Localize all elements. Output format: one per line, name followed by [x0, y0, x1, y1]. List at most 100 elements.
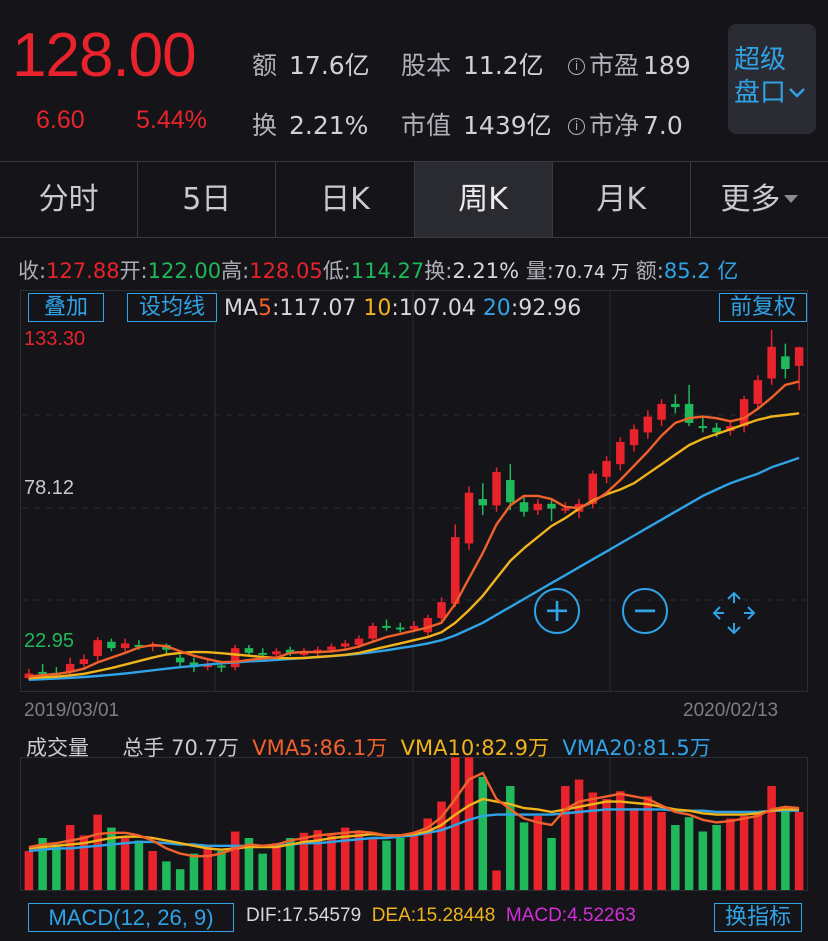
- candle-body: [395, 627, 405, 630]
- volume-bar: [629, 808, 639, 890]
- volume-bar: [230, 831, 240, 890]
- volume-bar: [712, 825, 721, 890]
- adjust-price-button[interactable]: 前复权: [719, 293, 807, 322]
- volume-bar: [24, 851, 34, 890]
- volume-bar: [148, 851, 157, 890]
- volume-bar: [753, 814, 763, 890]
- candle-body: [340, 643, 350, 647]
- candle-body: [382, 625, 391, 628]
- candle-body: [354, 638, 364, 645]
- candle-body: [437, 602, 446, 618]
- volume-bar: [574, 779, 584, 890]
- volume-bar: [189, 853, 199, 890]
- candle-body: [230, 648, 240, 668]
- minus-circle-icon[interactable]: −: [622, 588, 668, 634]
- candle-body: [629, 429, 639, 446]
- volume-bar: [93, 814, 102, 890]
- candle-body: [272, 651, 281, 655]
- candle-body: [616, 441, 625, 465]
- candle-body: [38, 671, 47, 674]
- candle-body: [93, 640, 102, 657]
- candle-body: [423, 617, 433, 633]
- volume-bar: [794, 812, 804, 890]
- candle-body: [175, 657, 185, 663]
- volume-bar: [657, 812, 666, 890]
- candle-body: [767, 346, 776, 379]
- price-axis-max: 133.30: [24, 328, 86, 350]
- candle-body: [244, 648, 254, 653]
- volume-bar: [492, 870, 501, 890]
- stock-quote-screen: 128.00 6.60 5.44% 额 17.6亿 股本 11.2亿 i 市盈 189 …: [0, 0, 828, 941]
- volume-bar: [162, 861, 171, 890]
- volume-bar: [478, 776, 488, 890]
- volume-bar: [561, 786, 570, 890]
- candle-body: [519, 502, 529, 512]
- candle-body: [671, 403, 680, 408]
- candle-body: [79, 659, 89, 664]
- candle-body: [258, 652, 267, 655]
- macd-indicator-selector[interactable]: MACD(12, 26, 9): [28, 903, 234, 932]
- ma-legend: MA5:117.07 10:107.04 20:92.96: [224, 296, 582, 321]
- candle-body: [217, 665, 226, 668]
- volume-bar: [217, 851, 226, 890]
- volume-bar: [368, 838, 378, 890]
- volume-bar: [726, 818, 735, 890]
- four-arrows-move-icon[interactable]: [711, 590, 757, 636]
- price-axis-mid: 78.12: [24, 477, 75, 499]
- candle-body: [561, 508, 570, 511]
- volume-bar: [781, 809, 790, 890]
- candle-body: [657, 403, 666, 420]
- volume-bar: [382, 840, 391, 890]
- candle-body: [478, 499, 488, 506]
- kline-chart: [22, 291, 806, 890]
- candle-body: [327, 646, 336, 650]
- candle-body: [107, 641, 116, 649]
- candle-body: [739, 399, 749, 427]
- plus-circle-icon[interactable]: +: [534, 588, 580, 634]
- volume-bar: [203, 845, 212, 890]
- volume-bar: [671, 825, 680, 890]
- candle-body: [464, 492, 474, 544]
- candle-body: [533, 503, 543, 511]
- volume-bar: [698, 831, 708, 890]
- candle-body: [120, 643, 130, 649]
- volume-bar: [547, 838, 556, 890]
- candle-body: [409, 625, 419, 630]
- candle-body: [643, 416, 653, 433]
- volume-bar: [588, 792, 598, 890]
- volume-bar: [327, 835, 336, 890]
- price-axis-min: 22.95: [24, 630, 75, 652]
- volume-bar: [272, 843, 281, 890]
- volume-bar: [739, 815, 749, 890]
- candle-body: [781, 356, 790, 370]
- set-ma-button[interactable]: 设均线: [127, 293, 217, 322]
- volume-bar: [616, 791, 625, 890]
- volume-bar: [506, 786, 515, 890]
- volume-bar: [684, 817, 694, 890]
- candle-body: [547, 503, 556, 509]
- candle-body: [450, 537, 460, 604]
- candle-body: [368, 625, 378, 639]
- volume-bar: [395, 838, 405, 890]
- volume-bar: [409, 835, 419, 890]
- volume-bar: [258, 853, 267, 890]
- date-axis-start: 2019/03/01: [24, 700, 120, 721]
- candle-body: [506, 480, 515, 503]
- ma10-line: [28, 412, 800, 680]
- switch-indicator-button[interactable]: 换指标: [714, 903, 802, 932]
- candle-body: [794, 347, 804, 366]
- macd-values: DIF:17.54579 DEA:15.28448 MACD:4.52263: [246, 905, 636, 926]
- volume-bar: [65, 825, 75, 890]
- candle-body: [492, 472, 501, 506]
- overlay-button[interactable]: 叠加: [28, 293, 104, 322]
- volume-bar: [52, 844, 61, 890]
- volume-bar: [533, 815, 543, 890]
- candle-body: [602, 460, 611, 477]
- volume-bar: [519, 822, 529, 890]
- volume-legend: 成交量 总手 70.7万 VMA5:86.1万 VMA10:82.9万 VMA2…: [26, 736, 711, 760]
- candle-body: [698, 426, 708, 429]
- volume-bar: [134, 840, 144, 890]
- candle-body: [753, 380, 763, 404]
- ma5-line: [28, 380, 800, 678]
- volume-bar: [175, 869, 185, 890]
